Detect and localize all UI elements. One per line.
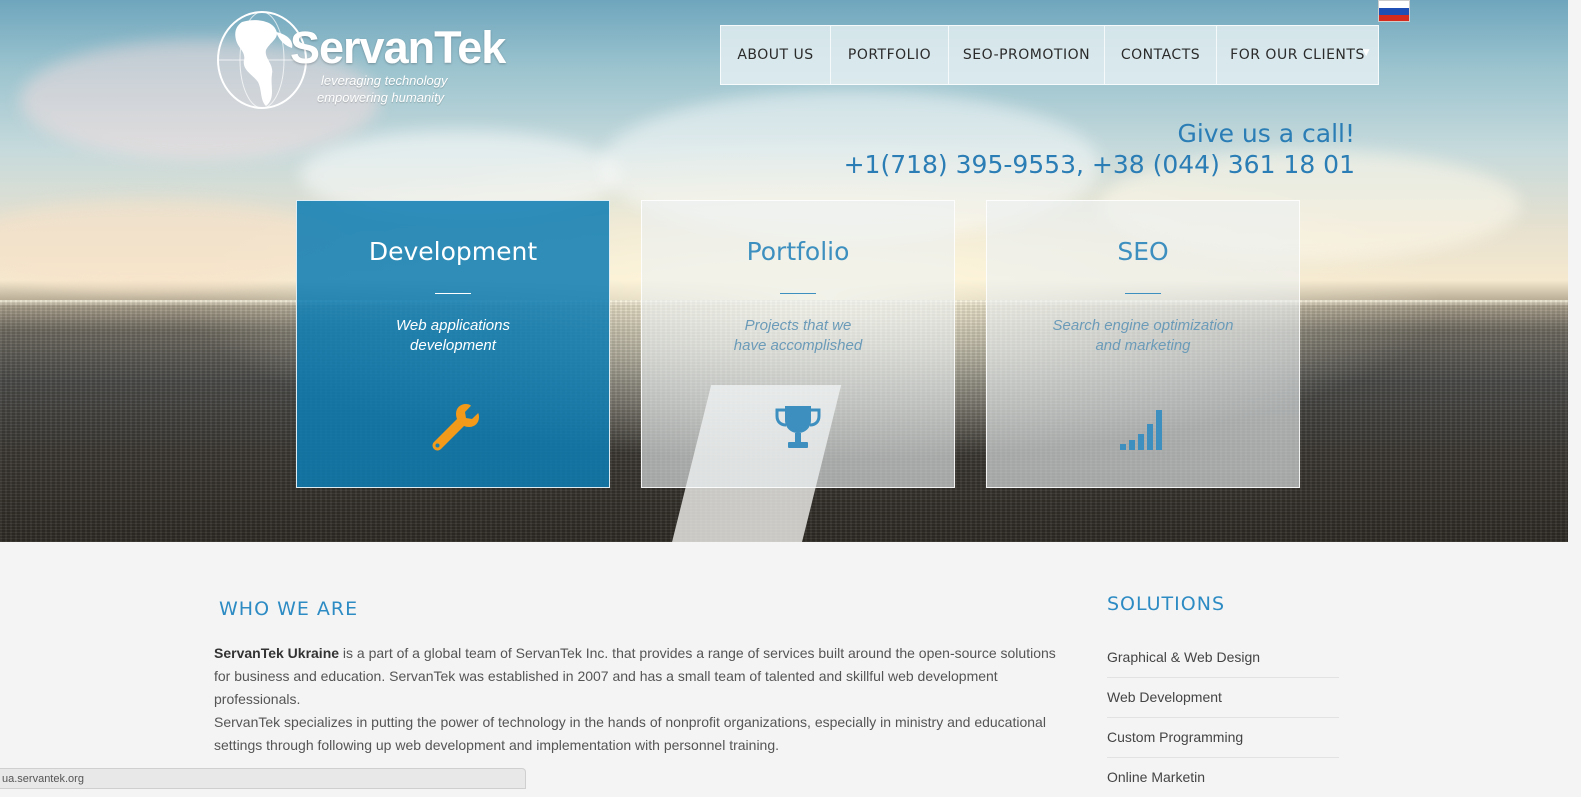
nav-label: SEO-PROMOTION (962, 47, 1091, 63)
browser-status-bar: ua.servantek.org (0, 768, 526, 789)
service-description: Search engine optimization and marketing (1033, 316, 1253, 356)
service-title: SEO (1117, 237, 1169, 266)
logo[interactable]: ServanTek leveraging technology empoweri… (214, 8, 506, 113)
nav-label: FOR OUR CLIENTS (1230, 47, 1365, 63)
russian-flag-icon[interactable] (1378, 0, 1410, 22)
solution-web-development[interactable]: Web Development (1107, 678, 1339, 718)
service-portfolio[interactable]: Portfolio Projects that we have accompli… (641, 200, 955, 488)
company-name: ServanTek Ukraine (214, 645, 340, 661)
call-heading: Give us a call! (1177, 119, 1355, 148)
nav-label: PORTFOLIO (847, 47, 932, 63)
paragraph-1: is a part of a global team of ServanTek … (214, 645, 1056, 707)
desc-line-1: Projects that we (744, 317, 852, 334)
brand-name: ServanTek (290, 22, 506, 73)
solutions-list: Graphical & Web Design Web Development C… (1107, 638, 1339, 797)
trophy-icon (775, 406, 821, 448)
tagline-line-1: leveraging technology (321, 73, 448, 88)
tagline-line-2: empowering humanity (317, 90, 445, 105)
who-we-are-heading: WHO WE ARE (219, 598, 359, 620)
solution-custom-programming[interactable]: Custom Programming (1107, 718, 1339, 758)
service-development[interactable]: Development Web applications development (296, 200, 610, 488)
nav-about-us[interactable]: ABOUT US (721, 26, 831, 84)
who-we-are-text: ServanTek Ukraine is a part of a global … (214, 642, 1074, 757)
solution-online-marketing[interactable]: Online Marketin (1107, 758, 1339, 797)
phone-numbers: +1(718) 395-9553, +38 (044) 361 18 01 (843, 150, 1355, 179)
nav-portfolio[interactable]: PORTFOLIO (831, 26, 949, 84)
nav-for-our-clients[interactable]: FOR OUR CLIENTS ▼ (1217, 26, 1378, 84)
service-description: Projects that we have accomplished (688, 316, 908, 356)
desc-line-2: and marketing (1095, 337, 1191, 354)
nav-label: CONTACTS (1120, 47, 1201, 63)
service-title: Portfolio (746, 237, 850, 266)
nav-label: ABOUT US (737, 47, 814, 63)
desc-line-2: have accomplished (733, 337, 863, 354)
desc-line-2: development (410, 337, 496, 354)
divider (1125, 293, 1161, 294)
service-seo[interactable]: SEO Search engine optimization and marke… (986, 200, 1300, 488)
solutions-heading: SOLUTIONS (1107, 593, 1225, 615)
service-title: Development (368, 237, 538, 266)
nav-seo-promotion[interactable]: SEO-PROMOTION (949, 26, 1105, 84)
cloud-decoration (0, 200, 340, 290)
divider (435, 293, 471, 294)
desc-line-1: Search engine optimization (1052, 317, 1234, 334)
call-info: Give us a call! +1(718) 395-9553, +38 (0… (844, 118, 1355, 180)
main-nav: ABOUT US PORTFOLIO SEO-PROMOTION CONTACT… (720, 25, 1379, 85)
desc-line-1: Web applications (396, 317, 510, 334)
divider (780, 293, 816, 294)
chevron-down-icon: ▼ (1362, 48, 1370, 58)
service-description: Web applications development (343, 316, 563, 356)
nav-contacts[interactable]: CONTACTS (1105, 26, 1217, 84)
signal-bars-icon (1120, 410, 1162, 450)
paragraph-2: ServanTek specializes in putting the pow… (214, 714, 1046, 753)
solution-graphical-web-design[interactable]: Graphical & Web Design (1107, 638, 1339, 678)
wrench-icon (432, 404, 479, 451)
